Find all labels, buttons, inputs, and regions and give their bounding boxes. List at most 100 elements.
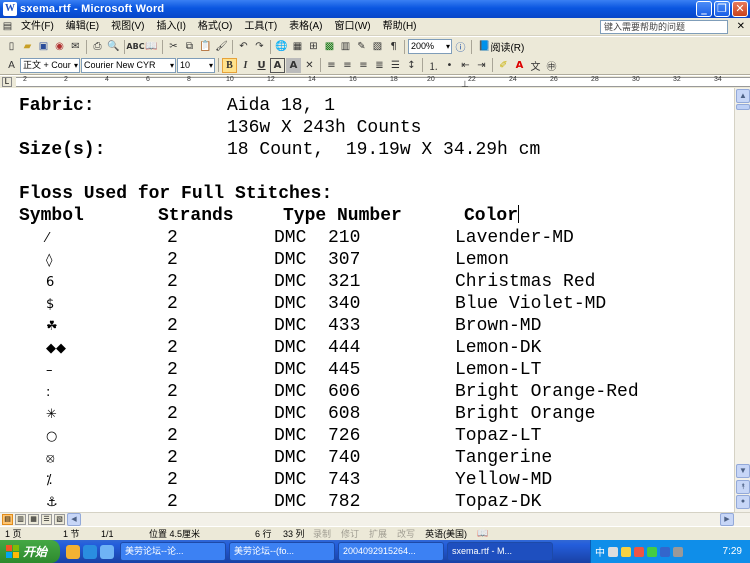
hyperlink-icon[interactable]: 🌐: [274, 39, 289, 54]
tray-icon[interactable]: [634, 546, 644, 557]
scroll-down-arrow-icon[interactable]: ▼: [736, 464, 750, 478]
font-select[interactable]: Courier New CYR: [81, 57, 176, 73]
research-icon[interactable]: 📖: [144, 39, 159, 54]
menu-file[interactable]: 文件(F): [15, 18, 60, 36]
minimize-button[interactable]: _: [696, 1, 712, 17]
clock[interactable]: 7:29: [723, 546, 742, 557]
restore-button[interactable]: ❐: [714, 1, 730, 17]
insert-table-icon[interactable]: ⊞: [306, 39, 321, 54]
close-button[interactable]: ✕: [732, 1, 748, 17]
web-view-icon[interactable]: ▥: [15, 514, 26, 525]
spelling-icon[interactable]: ABC: [126, 39, 144, 54]
font-size-select[interactable]: 10: [177, 57, 215, 73]
volume-icon[interactable]: [673, 546, 683, 557]
quicklaunch-ie-icon[interactable]: [83, 544, 97, 559]
document-icon[interactable]: ▤: [0, 19, 15, 34]
tab-selector[interactable]: L: [2, 77, 12, 87]
save-icon[interactable]: ▣: [36, 39, 51, 54]
redo-icon[interactable]: ↷: [252, 39, 267, 54]
scroll-up-arrow-icon[interactable]: ▲: [736, 89, 750, 103]
document-map-icon[interactable]: ▧: [370, 39, 385, 54]
character-shading-icon[interactable]: A: [286, 57, 301, 73]
word-app-icon[interactable]: W: [3, 2, 17, 16]
help-icon[interactable]: ⓘ: [453, 39, 468, 54]
permission-icon[interactable]: ◉: [52, 39, 67, 54]
undo-icon[interactable]: ↶: [236, 39, 251, 54]
browse-object-icon[interactable]: ●: [736, 495, 750, 509]
show-hide-icon[interactable]: ¶: [386, 39, 401, 54]
line-spacing-icon[interactable]: ↕: [404, 58, 419, 73]
new-document-icon[interactable]: ▯: [4, 39, 19, 54]
help-search-input[interactable]: 键入需要帮助的问题: [600, 20, 728, 34]
horizontal-scrollbar[interactable]: ▤ ▥ ▦ ☰ ▧ ◀ ▶: [0, 512, 750, 526]
align-center-icon[interactable]: ≡: [340, 58, 355, 73]
previous-page-icon[interactable]: ⯭: [736, 480, 750, 494]
menu-window[interactable]: 窗口(W): [329, 18, 377, 36]
status-overtype[interactable]: 改写: [392, 527, 420, 540]
scroll-right-arrow-icon[interactable]: ▶: [720, 513, 734, 526]
document-area[interactable]: Fabric: Aida 18, 1 136w X 243h Counts Size(…: [0, 88, 734, 512]
open-folder-icon[interactable]: ▰: [20, 39, 35, 54]
document-text[interactable]: Fabric: Aida 18, 1 136w X 243h Counts Size(…: [19, 95, 639, 512]
drawing-icon[interactable]: ✎: [354, 39, 369, 54]
taskbar-button-forum-2[interactable]: 美劳论坛--(fo...: [229, 542, 335, 561]
taskbar-button-word[interactable]: sxema.rtf - M...: [447, 542, 553, 561]
tables-borders-icon[interactable]: ▦: [290, 39, 305, 54]
tray-icon[interactable]: [608, 546, 618, 557]
tray-icon[interactable]: [621, 546, 631, 557]
menu-view[interactable]: 视图(V): [105, 18, 150, 36]
columns-icon[interactable]: ▥: [338, 39, 353, 54]
menu-edit[interactable]: 编辑(E): [60, 18, 105, 36]
status-track[interactable]: 修订: [336, 527, 364, 540]
menu-help[interactable]: 帮助(H): [377, 18, 423, 36]
menu-tools[interactable]: 工具(T): [238, 18, 283, 36]
read-button[interactable]: 📘 阅读(R): [475, 39, 527, 54]
scroll-thumb[interactable]: [736, 104, 750, 110]
underline-button[interactable]: U: [254, 58, 269, 73]
reading-view-icon[interactable]: ▧: [54, 514, 65, 525]
distributed-icon[interactable]: ☰: [388, 58, 403, 73]
italic-button[interactable]: I: [238, 58, 253, 73]
close-document-icon[interactable]: ✕: [737, 21, 745, 32]
normal-view-icon[interactable]: ▤: [2, 514, 13, 525]
spelling-status-icon[interactable]: 📖: [472, 528, 493, 539]
style-select[interactable]: 正文 + Cour: [20, 57, 80, 73]
format-painter-icon[interactable]: 🖌: [214, 39, 229, 54]
increase-indent-icon[interactable]: ⇥: [474, 58, 489, 73]
scroll-left-arrow-icon[interactable]: ◀: [67, 513, 81, 526]
align-right-icon[interactable]: ≡: [356, 58, 371, 73]
ime-indicator[interactable]: 中: [595, 544, 605, 559]
bold-button[interactable]: B: [222, 57, 237, 73]
taskbar-button-forum-1[interactable]: 美劳论坛--论...: [120, 542, 226, 561]
outline-view-icon[interactable]: ☰: [41, 514, 52, 525]
print-view-icon[interactable]: ▦: [28, 514, 39, 525]
paste-icon[interactable]: 📋: [198, 39, 213, 54]
status-extend[interactable]: 扩展: [364, 527, 392, 540]
vertical-scrollbar[interactable]: ▲ ▼ ⯭ ●: [734, 88, 750, 512]
numbering-icon[interactable]: ⒈: [426, 58, 441, 73]
zoom-select[interactable]: 200%: [408, 39, 452, 54]
status-language[interactable]: 英语(美国): [420, 527, 472, 540]
align-left-icon[interactable]: ≡: [324, 58, 339, 73]
copy-icon[interactable]: ⧉: [182, 39, 197, 54]
menu-table[interactable]: 表格(A): [283, 18, 328, 36]
cut-icon[interactable]: ✂: [166, 39, 181, 54]
character-scale-icon[interactable]: ✕: [302, 58, 317, 73]
highlight-icon[interactable]: ✐: [496, 58, 511, 73]
menu-format[interactable]: 格式(O): [192, 18, 238, 36]
start-button[interactable]: 开始: [0, 540, 60, 563]
quicklaunch-browser-icon[interactable]: [66, 544, 80, 559]
enclose-characters-icon[interactable]: ㊥: [544, 58, 559, 73]
print-icon[interactable]: ⎙: [90, 39, 105, 54]
styles-pane-icon[interactable]: A: [4, 58, 19, 73]
decrease-indent-icon[interactable]: ⇤: [458, 58, 473, 73]
phonetic-guide-icon[interactable]: 文: [528, 58, 543, 73]
taskbar-button-file[interactable]: 2004092915264...: [338, 542, 444, 561]
quicklaunch-desktop-icon[interactable]: [100, 544, 114, 559]
tray-icon[interactable]: [647, 546, 657, 557]
menu-insert[interactable]: 插入(I): [150, 18, 191, 36]
email-icon[interactable]: ✉: [68, 39, 83, 54]
justify-icon[interactable]: ≣: [372, 58, 387, 73]
print-preview-icon[interactable]: 🔍: [106, 39, 121, 54]
bullets-icon[interactable]: •: [442, 58, 457, 73]
